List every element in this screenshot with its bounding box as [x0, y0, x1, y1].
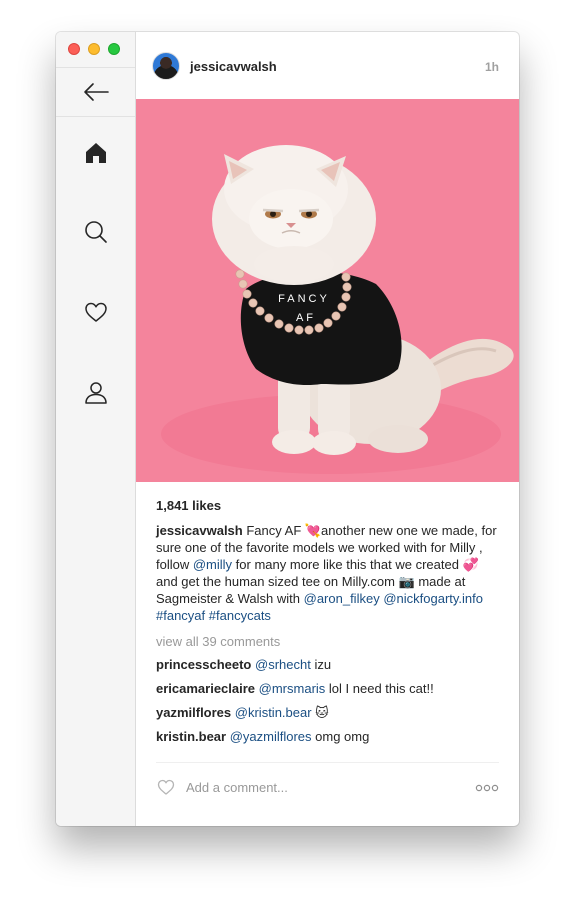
sidebar-divider	[56, 116, 135, 117]
mention-link[interactable]: @nickfogarty.info	[383, 591, 483, 606]
post-view: jessicavwalsh 1h FANCY AF 1,841 likes je…	[136, 32, 519, 826]
minimize-window-button[interactable]	[88, 43, 100, 55]
like-count[interactable]: 1,841 likes	[156, 498, 499, 513]
shirt-text: FANCY	[278, 293, 330, 305]
comment-item: kristin.bear @yazmilflores omg omg	[156, 728, 499, 745]
like-button[interactable]	[156, 777, 176, 797]
post-details: 1,841 likes jessicavwalsh Fancy AF 💘anot…	[156, 498, 499, 745]
more-dots-icon	[475, 784, 499, 792]
post-photo[interactable]: FANCY AF	[136, 99, 519, 482]
post-caption: jessicavwalsh Fancy AF 💘another new one …	[156, 522, 499, 624]
post-username[interactable]: jessicavwalsh	[190, 59, 277, 74]
post-header: jessicavwalsh 1h	[136, 32, 519, 99]
caption-username[interactable]: jessicavwalsh	[156, 523, 243, 538]
more-options-button[interactable]	[475, 781, 499, 793]
nav-profile[interactable]	[82, 378, 110, 406]
nav-activity[interactable]	[82, 298, 110, 326]
profile-icon	[85, 382, 107, 404]
mention-link[interactable]: @srhecht	[255, 657, 311, 672]
hashtag-link[interactable]: #fancyaf	[156, 608, 205, 623]
close-window-button[interactable]	[68, 43, 80, 55]
comment-username[interactable]: ericamarieclaire	[156, 681, 255, 696]
mention-link[interactable]: @kristin.bear	[235, 705, 312, 720]
mention-link[interactable]: @milly	[193, 557, 232, 572]
comment-input[interactable]	[186, 777, 446, 797]
back-button[interactable]	[82, 81, 110, 103]
nav-search[interactable]	[82, 218, 110, 246]
comment-text: omg omg	[311, 729, 370, 744]
comment-item: ericamarieclaire @mrsmaris lol I need th…	[156, 680, 499, 697]
zoom-window-button[interactable]	[108, 43, 120, 55]
sidebar	[56, 32, 136, 826]
window-controls	[68, 43, 120, 55]
comment-username[interactable]: yazmilflores	[156, 705, 231, 720]
comment-username[interactable]: kristin.bear	[156, 729, 226, 744]
home-icon	[86, 143, 106, 163]
app-window: jessicavwalsh 1h FANCY AF 1,841 likes je…	[56, 32, 519, 826]
comment-item: princesscheeto @srhecht izu	[156, 656, 499, 673]
comment-text: lol I need this cat!!	[325, 681, 434, 696]
nav-home[interactable]	[82, 139, 110, 167]
search-icon	[85, 221, 107, 243]
mention-link[interactable]: @yazmilflores	[230, 729, 312, 744]
cat-photo-illustration: FANCY AF	[136, 99, 519, 482]
mention-link[interactable]: @aron_filkey	[304, 591, 380, 606]
comment-divider	[156, 762, 499, 763]
heart-icon	[157, 779, 175, 795]
shirt-text: AF	[296, 312, 316, 324]
post-timestamp: 1h	[484, 60, 499, 74]
heart-icon	[85, 302, 107, 322]
sidebar-divider	[56, 67, 135, 68]
comment-username[interactable]: princesscheeto	[156, 657, 251, 672]
back-arrow-icon	[84, 83, 109, 101]
comment-item: yazmilflores @kristin.bear 🐱	[156, 704, 499, 721]
view-all-comments-link[interactable]: view all 39 comments	[156, 634, 499, 649]
comment-text: izu	[310, 657, 332, 672]
hashtag-link[interactable]: #fancycats	[209, 608, 271, 623]
mention-link[interactable]: @mrsmaris	[259, 681, 326, 696]
comment-text: 🐱	[311, 705, 329, 720]
add-comment-row	[156, 777, 499, 799]
avatar[interactable]	[152, 52, 180, 80]
